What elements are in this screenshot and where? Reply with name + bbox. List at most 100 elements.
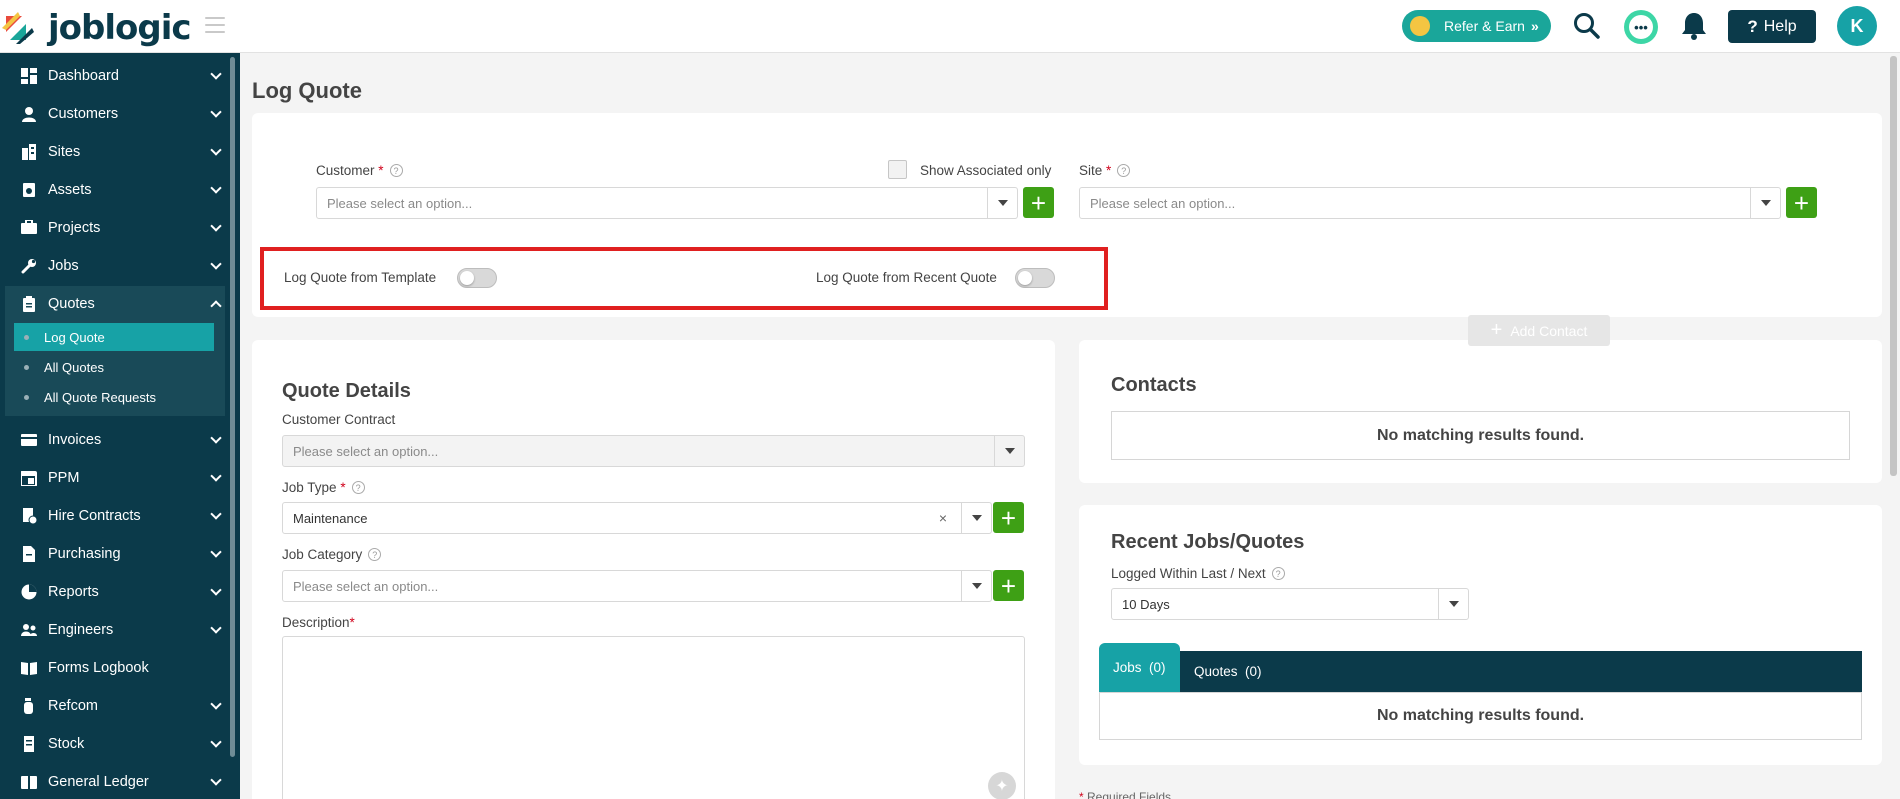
sidebar-item-purchasing[interactable]: Purchasing <box>0 535 230 573</box>
recent-toggle-label: Log Quote from Recent Quote <box>816 270 997 285</box>
tab-label: Jobs <box>1113 660 1142 675</box>
sidebar-item-label: Refcom <box>48 698 98 714</box>
chevron-down-icon <box>210 584 222 596</box>
chevron-down-icon[interactable] <box>961 503 991 533</box>
template-toggle-label: Log Quote from Template <box>284 270 437 285</box>
chat-icon[interactable]: ••• <box>1624 10 1658 44</box>
log-from-recent-toggle[interactable] <box>1015 268 1055 288</box>
chevron-down-icon[interactable] <box>961 571 991 601</box>
bell-icon[interactable] <box>1680 11 1708 46</box>
help-icon[interactable]: ? <box>1271 567 1285 580</box>
chevron-down-icon <box>210 622 222 634</box>
tab-jobs[interactable]: Jobs (0) <box>1099 643 1180 692</box>
sidebar-item-sites[interactable]: Sites <box>0 133 230 171</box>
chevron-down-icon[interactable] <box>1438 589 1468 619</box>
search-icon[interactable] <box>1572 11 1602 46</box>
customer-select[interactable]: Please select an option... <box>316 187 1018 219</box>
add-site-button[interactable]: + <box>1786 187 1817 218</box>
sidebar-item-label: Customers <box>48 106 119 122</box>
required-mark: * <box>349 615 355 630</box>
dashboard-icon <box>20 67 38 85</box>
help-icon[interactable]: ? <box>368 548 382 561</box>
user-avatar[interactable]: K <box>1837 6 1877 46</box>
chevron-down-icon[interactable] <box>987 188 1017 218</box>
cylinder-icon <box>20 697 38 715</box>
required-mark: * <box>378 163 384 178</box>
logged-within-select[interactable]: 10 Days <box>1111 588 1469 620</box>
site-select[interactable]: Please select an option... <box>1079 187 1781 219</box>
sidebar-item-label: PPM <box>48 470 80 486</box>
plus-icon: + <box>1490 319 1503 341</box>
tab-quotes[interactable]: Quotes (0) <box>1194 651 1262 692</box>
chevron-down-icon <box>210 182 222 194</box>
sidebar-item-refcom[interactable]: Refcom <box>0 687 230 725</box>
sidebar-item-label: Forms Logbook <box>48 660 149 676</box>
chevron-down-icon <box>210 774 222 786</box>
add-contact-button[interactable]: + Add Contact <box>1468 315 1610 346</box>
purchase-icon <box>20 545 38 563</box>
sidebar-item-dashboard[interactable]: Dashboard <box>0 57 230 95</box>
chevron-down-icon[interactable] <box>1750 188 1780 218</box>
sidebar-item-projects[interactable]: Projects <box>0 209 230 247</box>
sidebar-item-label: Hire Contracts <box>48 508 141 524</box>
ledger-icon <box>20 773 38 791</box>
stock-icon <box>20 735 38 753</box>
help-icon[interactable]: ? <box>389 164 403 177</box>
sidebar-item-label: Engineers <box>48 622 114 638</box>
sidebar-item-quotes[interactable]: Quotes <box>0 285 230 323</box>
book-icon <box>20 659 38 677</box>
sidebar-item-stock[interactable]: Stock <box>0 725 230 763</box>
help-icon[interactable]: ? <box>1117 164 1131 177</box>
projects-icon <box>20 219 38 237</box>
sidebar-item-label: General Ledger <box>48 774 149 790</box>
ai-assist-icon[interactable]: ✦ <box>988 772 1016 799</box>
sidebar-item-engineers[interactable]: Engineers <box>0 611 230 649</box>
top-bar: joblogic Refer & Earn » ••• ? Help K <box>0 0 1900 53</box>
sidebar-scrollbar[interactable] <box>230 57 235 757</box>
sidebar-item-label: Purchasing <box>48 546 121 562</box>
page-title: Log Quote <box>252 78 362 103</box>
job-category-label: Job Category? <box>282 547 382 562</box>
page-scrollbar[interactable] <box>1890 56 1897 476</box>
contacts-title: Contacts <box>1111 374 1197 396</box>
add-customer-button[interactable]: + <box>1023 187 1054 218</box>
sidebar-item-label: Dashboard <box>48 68 119 84</box>
bullet-icon <box>24 394 29 400</box>
clear-icon[interactable]: × <box>939 510 947 526</box>
sidebar-item-label: Invoices <box>48 432 102 448</box>
refer-earn-button[interactable]: Refer & Earn » <box>1402 10 1551 42</box>
help-button[interactable]: ? Help <box>1728 10 1816 43</box>
sidebar-item-jobs[interactable]: Jobs <box>0 247 230 285</box>
description-textarea[interactable] <box>282 636 1025 799</box>
chevron-down-icon[interactable] <box>994 436 1024 466</box>
recent-tabs-bar: Jobs (0) Quotes (0) <box>1099 643 1862 692</box>
sidebar-item-assets[interactable]: Assets <box>0 171 230 209</box>
add-job-category-button[interactable]: + <box>993 570 1024 601</box>
help-icon[interactable]: ? <box>351 481 365 494</box>
contract-placeholder: Please select an option... <box>293 443 439 459</box>
tab-count: (0) <box>1149 660 1166 675</box>
sidebar-item-label: Reports <box>48 584 99 600</box>
sidebar-item-forms-logbook[interactable]: Forms Logbook <box>0 649 230 687</box>
chevron-down-icon <box>210 508 222 520</box>
asset-icon <box>20 181 38 199</box>
sidebar-item-invoices[interactable]: Invoices <box>0 421 230 459</box>
add-job-type-button[interactable]: + <box>993 502 1024 533</box>
contacts-empty-state: No matching results found. <box>1111 411 1850 460</box>
log-from-template-toggle[interactable] <box>457 268 497 288</box>
show-associated-checkbox[interactable] <box>888 160 907 179</box>
sidebar-item-hire-contracts[interactable]: Hire Contracts <box>0 497 230 535</box>
brand-logo[interactable]: joblogic <box>0 8 192 48</box>
sidebar-subitem-all-quote-requests[interactable]: All Quote Requests <box>14 383 214 411</box>
sidebar-subitem-all-quotes[interactable]: All Quotes <box>14 353 214 381</box>
sidebar-item-ppm[interactable]: PPM <box>0 459 230 497</box>
job-type-select[interactable]: Maintenance × <box>282 502 992 534</box>
sidebar-item-reports[interactable]: Reports <box>0 573 230 611</box>
menu-toggle-icon[interactable] <box>205 17 225 33</box>
job-type-label: Job Type *? <box>282 480 365 495</box>
sidebar-item-customers[interactable]: Customers <box>0 95 230 133</box>
sidebar-item-general-ledger[interactable]: General Ledger <box>0 763 230 799</box>
job-category-select[interactable]: Please select an option... <box>282 570 992 602</box>
customer-contract-select[interactable]: Please select an option... <box>282 435 1025 467</box>
sidebar-subitem-log-quote[interactable]: Log Quote <box>14 323 214 351</box>
